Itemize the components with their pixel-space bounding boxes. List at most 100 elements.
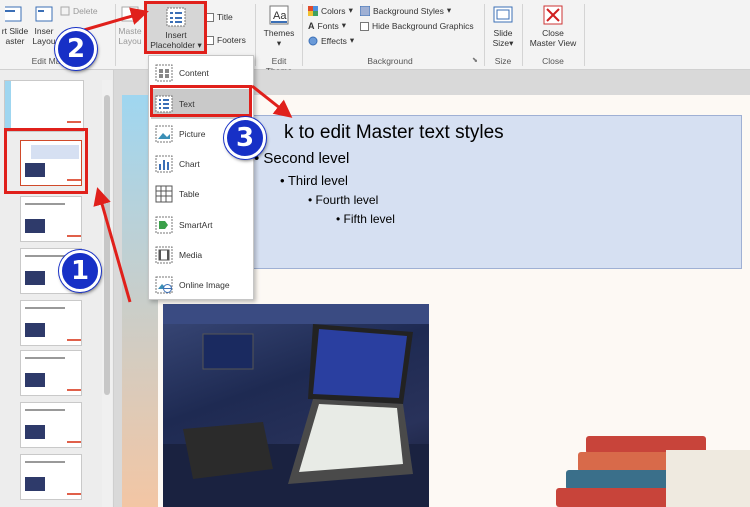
slide-size-label-2: Size [492,38,510,48]
menu-item-table-label: Table [179,189,200,199]
callout-badge-1: 1 [59,250,101,292]
footers-checkbox[interactable]: Footers [205,35,246,45]
text-level-2-row: • Second level [254,150,349,167]
laptop-photo-drawing [163,304,429,507]
ribbon: rt Slide aster Inser Layou Delete Edit M… [0,0,750,76]
delete-icon [60,6,70,16]
menu-item-online-image[interactable]: Online Image [151,271,251,299]
highlight-text-item [150,85,252,117]
text-level-1: k to edit Master text styles [284,122,504,143]
text-level-5-row: • Fifth level [336,212,395,226]
hide-background-graphics-box[interactable] [360,21,369,31]
smartart-placeholder-icon [155,216,173,234]
fonts-icon: A [308,20,315,31]
menu-item-table[interactable]: Table [151,180,251,208]
colors-icon [308,5,318,16]
title-checkbox[interactable]: Title [205,12,233,22]
menu-item-content[interactable]: Content [151,59,251,87]
fonts-arrow-icon: ▾ [341,20,347,30]
text-level-4-row: • Fourth level [308,193,378,207]
hide-background-graphics-label: Hide Background Graphics [372,21,474,31]
highlight-layout-thumbnail [4,128,88,194]
content-placeholder-icon [155,64,173,82]
layout-thumbnail[interactable] [20,350,82,396]
size-group-label: Size [494,56,512,66]
slide-master-icon [5,6,22,22]
colors-arrow-icon: ▾ [348,5,353,15]
themes-label: Themes [263,28,295,38]
books-illustration [556,436,750,507]
callout-badge-2: 2 [55,28,97,70]
themes-arrow-icon: ▾ [276,38,282,48]
separator [522,4,523,66]
dialog-launcher-icon[interactable]: ⬊ [472,56,478,64]
bullet-icon: • [280,173,288,188]
insert-layout-icon [35,6,53,22]
menu-item-smartart[interactable]: SmartArt [151,211,251,239]
master-layout-label: Maste Layou [118,26,142,46]
delete-label: Delete [73,6,98,16]
text-level-3: Third level [287,173,348,188]
background-styles-button[interactable]: Background Styles ▾ [360,5,451,16]
menu-item-smartart-label: SmartArt [179,220,213,230]
themes-button[interactable]: Aa Themes ▾ [259,4,299,48]
delete-button[interactable]: Delete [60,6,98,16]
separator [255,4,256,66]
insert-slide-master-label: rt Slide aster [1,26,29,46]
footers-checkbox-label: Footers [217,35,246,45]
menu-item-chart-label: Chart [179,159,200,169]
text-level-3-row: • Third level [280,173,348,188]
fonts-label: Fonts [317,20,339,31]
menu-item-media[interactable]: Media [151,241,251,269]
effects-label: Effects [321,35,347,46]
effects-arrow-icon: ▾ [349,35,355,45]
slide-master-thumbnail[interactable] [4,80,84,132]
background-styles-label: Background Styles [373,5,444,16]
master-layout-icon [121,6,139,22]
menu-item-online-image-label: Online Image [179,280,230,290]
separator [484,4,485,66]
themes-icon: Aa [269,5,289,25]
insert-layout-button[interactable]: Inser Layou [30,4,58,46]
layout-thumbnail[interactable] [20,196,82,242]
svg-text:Aa: Aa [273,10,287,22]
colors-button[interactable]: Colors ▾ [308,5,353,16]
close-group-label: Close [542,56,564,66]
background-styles-arrow-icon: ▾ [446,5,452,15]
chart-placeholder-icon [155,155,173,173]
thumbnail-scrollbar-thumb[interactable] [104,95,110,395]
hide-background-graphics-checkbox[interactable]: Hide Background Graphics [360,21,474,31]
menu-item-picture-label: Picture [179,129,206,139]
highlight-insert-placeholder [144,1,207,54]
slide-size-arrow-icon: ▾ [509,38,514,48]
slide-size-button[interactable]: Slide Size▾ [487,4,519,48]
master-layout-button[interactable]: Maste Layou [116,4,144,46]
online-image-placeholder-icon [155,276,173,294]
laptop-photo[interactable] [163,304,429,507]
slide-size-label-1: Slide [493,28,513,38]
media-placeholder-icon [155,246,173,264]
effects-icon [308,36,318,45]
close-master-label-1: Close [542,28,564,38]
background-group-label: Background [367,56,413,66]
separator [584,4,585,66]
insert-layout-label: Inser Layou [32,26,56,46]
layout-thumbnail[interactable] [20,402,82,448]
layout-thumbnail[interactable] [20,300,82,346]
callout-badge-3: 3 [224,117,266,159]
close-master-label-2: Master View [529,38,577,48]
layout-thumbnail[interactable] [20,454,82,500]
bullet-icon: • [336,212,344,226]
slide-size-icon [493,6,513,23]
effects-button[interactable]: Effects ▾ [308,35,354,46]
separator [302,4,303,66]
text-level-5: Fifth level [343,212,395,226]
bullet-icon: • [308,193,316,207]
background-styles-icon [360,5,370,16]
menu-item-content-label: Content [179,68,209,78]
close-master-view-button[interactable]: Close Master View [526,4,580,48]
text-level-2: Second level [263,150,350,167]
text-level-4: Fourth level [315,193,379,207]
insert-slide-master-button[interactable]: rt Slide aster [0,4,30,46]
fonts-button[interactable]: A Fonts ▾ [308,20,346,31]
